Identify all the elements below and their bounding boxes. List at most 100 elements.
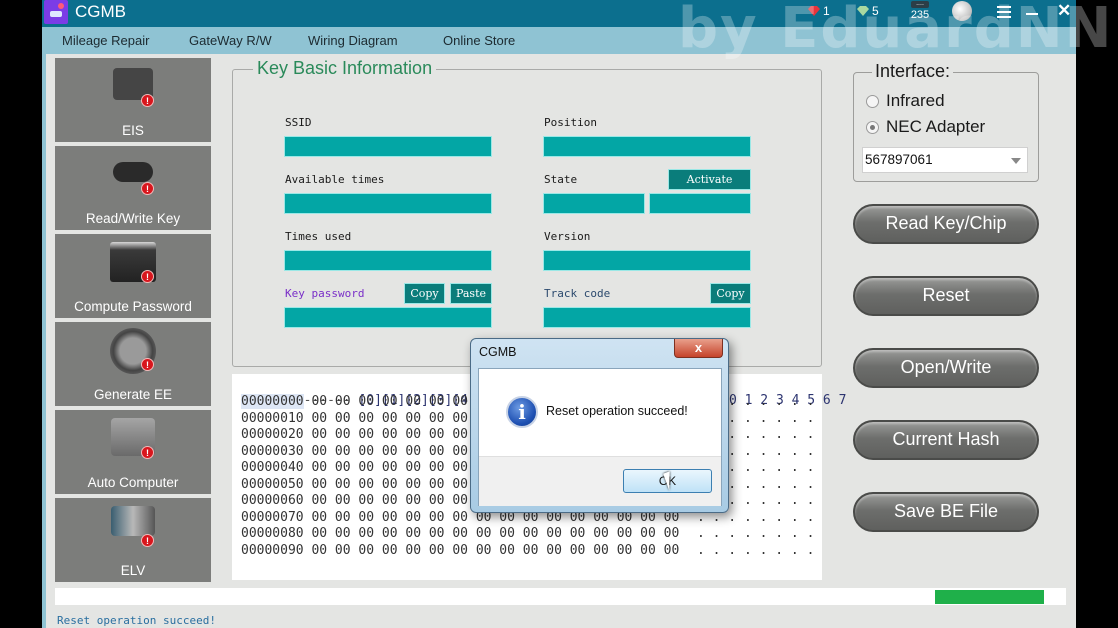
- menu-mileage-repair[interactable]: Mileage Repair: [62, 33, 149, 48]
- hex-address: 00000010: [241, 410, 304, 426]
- interface-title: Interface:: [872, 61, 954, 82]
- user-avatar-icon[interactable]: [952, 1, 972, 21]
- hex-ascii: . . . . . . . .: [697, 526, 815, 541]
- key-basic-information-group: Key Basic Information SSID Available tim…: [232, 58, 822, 367]
- save-be-file-button[interactable]: Save BE File: [853, 492, 1039, 532]
- position-label: Position: [544, 116, 597, 129]
- open-write-button[interactable]: Open/Write: [853, 348, 1039, 388]
- warning-badge-icon: !: [141, 270, 154, 283]
- hamburger-menu-icon[interactable]: [997, 6, 1011, 18]
- state-label: State: [544, 173, 578, 186]
- dialog-body: i Reset operation succeed! OK: [478, 368, 722, 506]
- sidebar-item-read-write-key[interactable]: ! Read/Write Key: [55, 146, 211, 230]
- warning-badge-icon: !: [141, 446, 154, 459]
- version-field[interactable]: [543, 250, 751, 271]
- available-times-label: Available times: [285, 173, 385, 186]
- warning-badge-icon: !: [141, 534, 154, 547]
- warning-badge-icon: !: [141, 182, 154, 195]
- status-text: Reset operation succeed!: [57, 614, 216, 627]
- radio-infrared[interactable]: Infrared: [866, 91, 945, 111]
- car-key-icon: [113, 162, 153, 182]
- radio-nec-adapter[interactable]: NEC Adapter: [866, 117, 985, 137]
- copy-track-code-button[interactable]: Copy: [710, 283, 751, 304]
- sidebar-item-elv[interactable]: ! ELV: [55, 498, 211, 582]
- activate-button[interactable]: Activate: [668, 169, 751, 190]
- sidebar-item-label: Read/Write Key: [85, 211, 181, 226]
- hex-ascii: . . . . . . . .: [697, 542, 815, 558]
- track-code-label: Track code: [544, 287, 611, 300]
- dialog-close-button[interactable]: x: [674, 339, 723, 358]
- app-title: CGMB: [75, 2, 126, 21]
- menu-bar: Mileage Repair GateWay R/W Wiring Diagra…: [42, 27, 1076, 54]
- hex-bytes: 00 00 00 00 00 00 00 00 00 00 00 00 00 0…: [311, 542, 680, 558]
- paste-password-button[interactable]: Paste: [450, 283, 492, 304]
- sidebar-item-label: EIS: [122, 123, 144, 138]
- ssid-label: SSID: [285, 116, 312, 129]
- app-logo-icon: [44, 0, 68, 24]
- version-label: Version: [544, 230, 591, 243]
- sidebar-item-compute-password[interactable]: ! Compute Password: [55, 234, 211, 318]
- title-bar: CGMB 1 5 .... 235 ✕: [42, 0, 1076, 27]
- copy-password-button[interactable]: Copy: [404, 283, 445, 304]
- sidebar-item-label: ELV: [120, 563, 146, 578]
- hex-address: 00000040: [241, 460, 304, 475]
- menu-gateway-rw[interactable]: GateWay R/W: [189, 33, 272, 48]
- dialog-title: CGMB: [479, 345, 517, 359]
- hex-row[interactable]: 00000080 00 00 00 00 00 00 00 00 00 00 0…: [241, 526, 814, 542]
- position-field[interactable]: [543, 136, 751, 157]
- red-gem-count: 1: [823, 4, 830, 18]
- menu-online-store[interactable]: Online Store: [443, 33, 515, 48]
- dialog-message: Reset operation succeed!: [546, 404, 688, 418]
- progress-bar: [55, 588, 1066, 605]
- read-key-chip-button[interactable]: Read Key/Chip: [853, 204, 1039, 244]
- chevron-down-icon: [1011, 158, 1021, 164]
- hex-row[interactable]: 00000090 00 00 00 00 00 00 00 00 00 00 0…: [241, 542, 814, 559]
- group-title: Key Basic Information: [253, 58, 437, 79]
- close-icon[interactable]: ✕: [1057, 1, 1071, 21]
- key-password-field[interactable]: [284, 307, 492, 328]
- ssid-field[interactable]: [284, 136, 492, 157]
- warning-badge-icon: !: [141, 94, 154, 107]
- hex-address: 00000020: [241, 427, 304, 442]
- sidebar: ! EIS ! Read/Write Key ! Compute Passwor…: [42, 54, 218, 628]
- sidebar-item-auto-computer[interactable]: ! Auto Computer: [55, 410, 211, 494]
- times-used-label: Times used: [285, 230, 352, 243]
- green-gem-indicator[interactable]: 5: [857, 4, 879, 18]
- minimize-icon[interactable]: [1026, 13, 1038, 15]
- green-gem-icon: [857, 6, 869, 16]
- sidebar-item-label: Generate EE: [93, 387, 173, 402]
- progress-fill: [934, 590, 1044, 604]
- sidebar-item-label: Compute Password: [74, 299, 192, 314]
- current-hash-button[interactable]: Current Hash: [853, 420, 1039, 460]
- sidebar-item-eis[interactable]: ! EIS: [55, 58, 211, 142]
- red-gem-icon: [808, 6, 820, 16]
- hex-address: 00000080: [241, 526, 304, 541]
- adapter-select-value: 567897061: [865, 152, 933, 167]
- radio-button-icon: [866, 94, 879, 108]
- hex-bytes: 00 00 00 00 00 00 00 00 00 00 00 00 00 0…: [311, 526, 680, 541]
- hex-address: 00000070: [241, 509, 304, 525]
- hex-address: 00000030: [241, 443, 304, 459]
- adapter-select[interactable]: 567897061: [862, 147, 1028, 173]
- sidebar-item-generate-ee[interactable]: ! Generate EE: [55, 322, 211, 406]
- counter-indicator[interactable]: .... 235: [908, 0, 932, 21]
- available-times-field[interactable]: [284, 193, 492, 214]
- radio-label: Infrared: [886, 91, 945, 110]
- sidebar-item-label: Auto Computer: [87, 475, 179, 490]
- message-dialog: CGMB x i Reset operation succeed! OK: [470, 338, 729, 513]
- warning-badge-icon: !: [141, 358, 154, 371]
- key-password-label: Key password: [285, 287, 365, 300]
- track-code-field[interactable]: [543, 307, 751, 328]
- interface-group: Interface: Infrared NEC Adapter 56789706…: [853, 61, 1039, 182]
- state-field-a[interactable]: [543, 193, 645, 214]
- info-icon: i: [506, 396, 538, 428]
- times-used-field[interactable]: [284, 250, 492, 271]
- circuit-board-icon: [111, 506, 155, 536]
- red-gem-indicator[interactable]: 1: [808, 4, 830, 18]
- hex-address: 00000060: [241, 493, 304, 508]
- state-field-b[interactable]: [649, 193, 751, 214]
- counter-value: 235: [910, 9, 930, 21]
- menu-wiring-diagram[interactable]: Wiring Diagram: [308, 33, 398, 48]
- reset-button[interactable]: Reset: [853, 276, 1039, 316]
- radio-button-selected-icon: [866, 120, 879, 134]
